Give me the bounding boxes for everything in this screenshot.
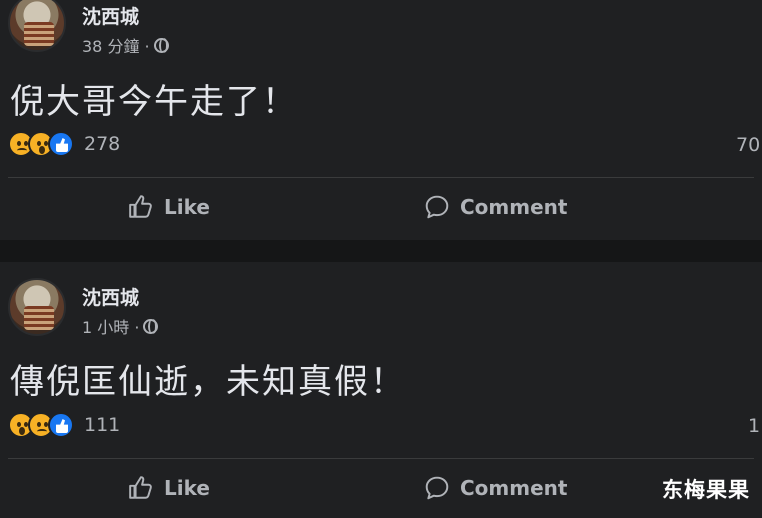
post-meta: 38 分鐘 · <box>82 33 169 57</box>
comment-label: Comment <box>460 195 568 219</box>
post-card: 沈西城 1 小時 · 傳倪匡仙逝，未知真假！ 111 1 Like Commen… <box>0 262 762 518</box>
post-time[interactable]: 38 分鐘 · <box>82 33 150 57</box>
like-reaction-icon <box>48 412 74 438</box>
post-text: 倪大哥今午走了！ <box>10 82 298 122</box>
like-label: Like <box>164 476 210 500</box>
like-label: Like <box>164 195 210 219</box>
reaction-count: 278 <box>84 133 121 155</box>
author-name[interactable]: 沈西城 <box>82 2 139 29</box>
comment-button[interactable]: Comment <box>424 194 567 220</box>
author-avatar[interactable] <box>8 0 66 52</box>
like-button[interactable]: Like <box>128 475 210 501</box>
post-meta: 1 小時 · <box>82 314 159 338</box>
comment-icon <box>424 475 450 501</box>
author-name[interactable]: 沈西城 <box>82 283 139 310</box>
like-reaction-icon <box>48 131 74 157</box>
comment-button[interactable]: Comment <box>424 475 567 501</box>
thumbs-up-icon <box>128 475 154 501</box>
comment-count[interactable]: 1 <box>748 415 760 437</box>
comment-icon <box>424 194 450 220</box>
watermark-text: 东梅果果 <box>662 478 750 502</box>
divider <box>8 458 754 459</box>
reaction-summary[interactable]: 278 <box>8 131 120 157</box>
divider <box>8 177 754 178</box>
comment-count[interactable]: 70 <box>736 134 760 156</box>
globe-icon <box>143 318 159 334</box>
author-avatar[interactable] <box>8 278 66 336</box>
reaction-count: 111 <box>84 414 121 436</box>
feed-separator <box>0 240 762 262</box>
post-card: 沈西城 38 分鐘 · 倪大哥今午走了！ 278 70 Like Comment <box>0 0 762 240</box>
globe-icon <box>153 37 169 53</box>
comment-label: Comment <box>460 476 568 500</box>
post-text: 傳倪匡仙逝，未知真假！ <box>10 362 406 402</box>
like-button[interactable]: Like <box>128 194 210 220</box>
reaction-summary[interactable]: 111 <box>8 412 120 438</box>
post-time[interactable]: 1 小時 · <box>82 314 139 338</box>
thumbs-up-icon <box>128 194 154 220</box>
